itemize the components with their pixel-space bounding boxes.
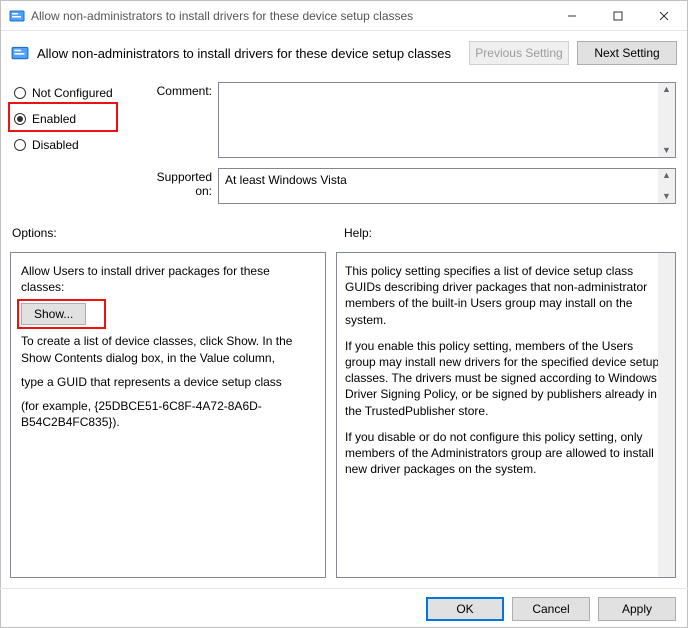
scrollbar[interactable]: ▲▼ (658, 169, 675, 203)
close-button[interactable] (641, 1, 687, 31)
scrollbar[interactable]: ▲▼ (658, 83, 675, 157)
show-button-wrap: Show... (21, 303, 86, 325)
radio-label: Disabled (32, 138, 79, 152)
dialog-footer: OK Cancel Apply (0, 588, 688, 628)
supported-value-box: At least Windows Vista ▲▼ (218, 168, 676, 204)
supported-label: Supported on: (138, 168, 218, 204)
radio-icon (14, 113, 26, 125)
radio-disabled[interactable]: Disabled (10, 132, 128, 158)
options-text: To create a list of device classes, clic… (21, 333, 315, 365)
help-label: Help: (344, 226, 372, 240)
window-title: Allow non-administrators to install driv… (31, 9, 549, 23)
window-controls (549, 1, 687, 31)
comment-label: Comment: (138, 82, 218, 158)
options-label: Options: (12, 226, 57, 240)
ok-button[interactable]: OK (426, 597, 504, 621)
radio-label: Not Configured (32, 86, 113, 100)
minimize-button[interactable] (549, 1, 595, 31)
options-text: Allow Users to install driver packages f… (21, 263, 315, 295)
supported-value: At least Windows Vista (225, 173, 347, 187)
radio-enabled[interactable]: Enabled (10, 106, 128, 132)
comment-row: Comment: ▲▼ (138, 82, 676, 158)
radio-icon (14, 139, 26, 151)
options-panel: Allow Users to install driver packages f… (10, 252, 326, 578)
radio-not-configured[interactable]: Not Configured (10, 80, 128, 106)
radio-label: Enabled (32, 112, 76, 126)
policy-icon (11, 44, 29, 62)
policy-icon (9, 8, 25, 24)
header-row: Allow non-administrators to install driv… (1, 31, 687, 79)
show-button[interactable]: Show... (21, 303, 86, 325)
help-panel: This policy setting specifies a list of … (336, 252, 676, 578)
title-bar: Allow non-administrators to install driv… (1, 1, 687, 31)
policy-title: Allow non-administrators to install driv… (37, 46, 461, 61)
maximize-button[interactable] (595, 1, 641, 31)
help-text: If you enable this policy setting, membe… (345, 338, 667, 419)
comment-textarea[interactable]: ▲▼ (218, 82, 676, 158)
apply-button[interactable]: Apply (598, 597, 676, 621)
options-text: (for example, {25DBCE51-6C8F-4A72-8A6D-B… (21, 398, 315, 430)
next-setting-button[interactable]: Next Setting (577, 41, 677, 65)
help-text: If you disable or do not configure this … (345, 429, 667, 478)
scrollbar[interactable] (658, 253, 675, 577)
previous-setting-button[interactable]: Previous Setting (469, 41, 569, 65)
cancel-button[interactable]: Cancel (512, 597, 590, 621)
radio-icon (14, 87, 26, 99)
help-text: This policy setting specifies a list of … (345, 263, 667, 328)
options-text: type a GUID that represents a device set… (21, 374, 315, 390)
supported-row: Supported on: At least Windows Vista ▲▼ (138, 168, 676, 204)
policy-state-group: Not Configured Enabled Disabled (10, 80, 128, 158)
